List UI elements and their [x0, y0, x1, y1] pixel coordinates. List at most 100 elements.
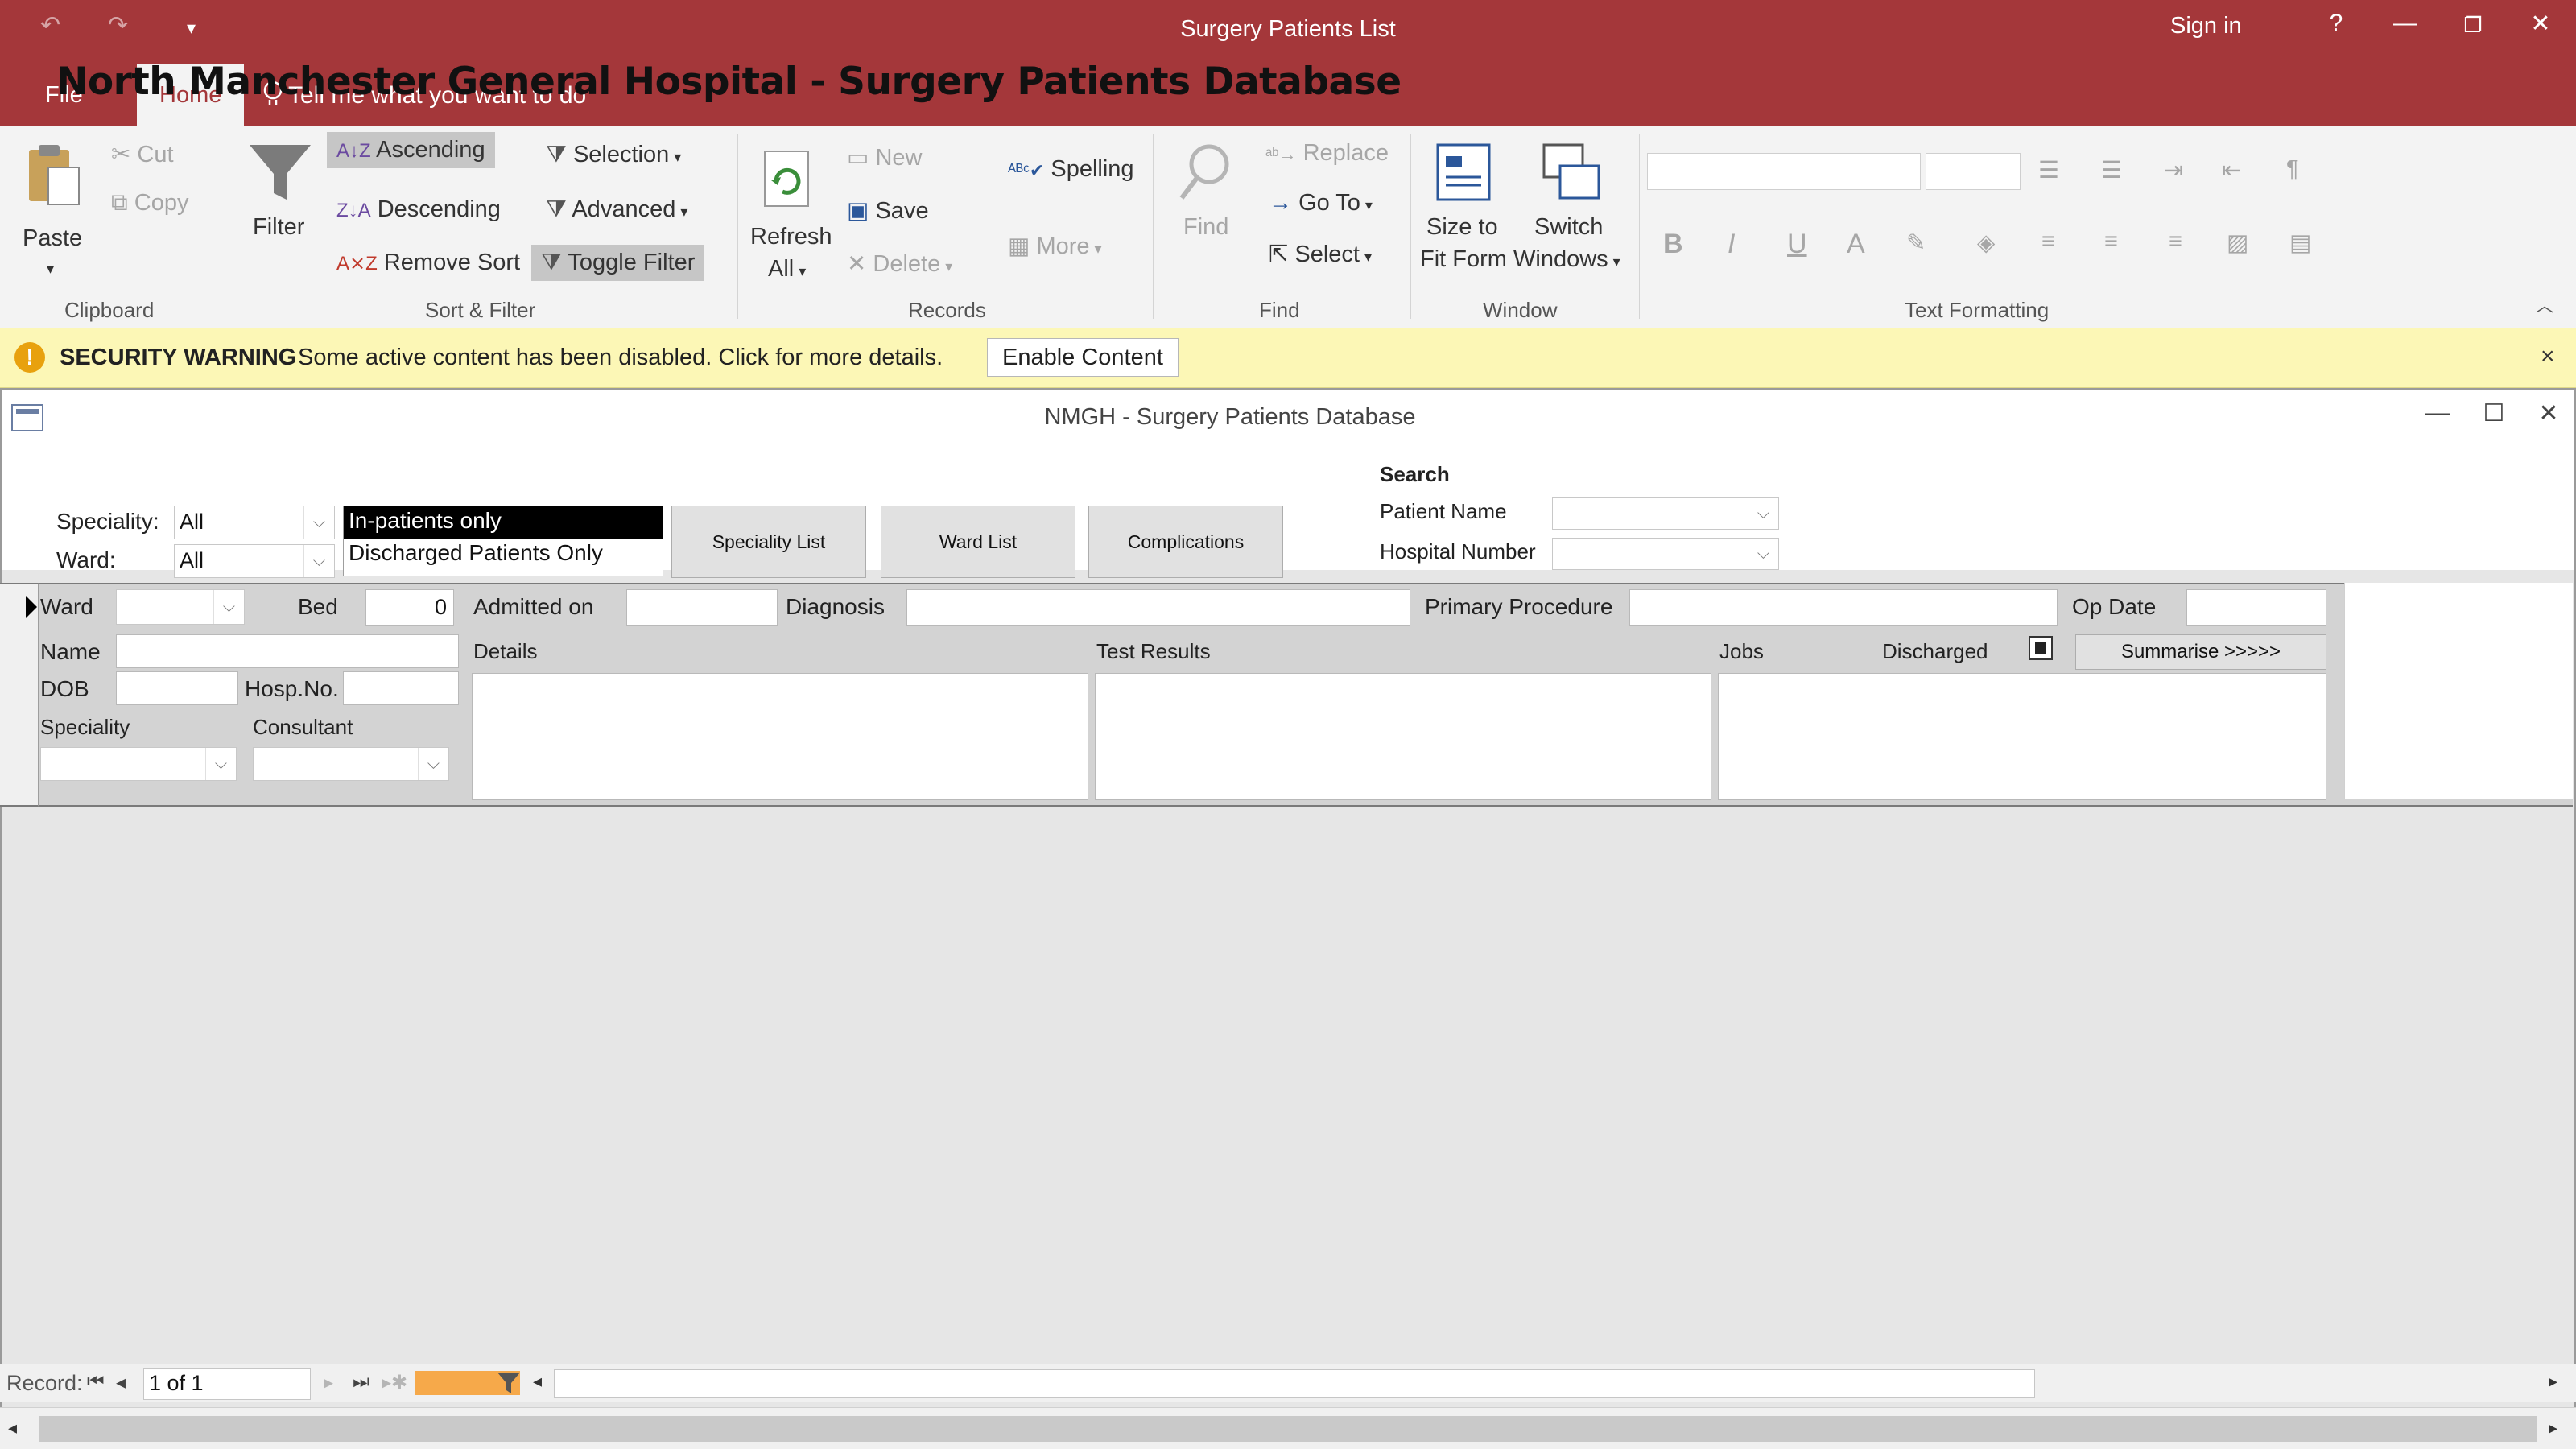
discharged-checkbox[interactable]	[2029, 636, 2053, 660]
select-button[interactable]: ⇱ Select ▾	[1269, 240, 1372, 268]
patient-status-listbox[interactable]: In-patients only Discharged Patients Onl…	[343, 506, 663, 576]
align-right-icon[interactable]: ≡	[2169, 229, 2182, 255]
enable-content-button[interactable]: Enable Content	[987, 338, 1179, 377]
sign-in-link[interactable]: Sign in	[2170, 13, 2242, 39]
toggle-filter-button[interactable]: ⧩ Toggle Filter	[531, 245, 705, 281]
op-date-field[interactable]	[2186, 589, 2326, 626]
find-magnifier-icon[interactable]	[1177, 142, 1233, 203]
refresh-button[interactable]: Refresh	[750, 224, 832, 250]
next-record-icon[interactable]: ▸	[324, 1371, 333, 1394]
test-results-memo[interactable]	[1095, 673, 1711, 800]
help-icon[interactable]: ?	[2312, 10, 2360, 37]
alternate-row-color-icon[interactable]: ▤	[2289, 229, 2311, 257]
scroll-right-icon[interactable]: ▸	[2549, 1371, 2557, 1392]
descending-button[interactable]: Z↓A Descending	[336, 196, 501, 223]
scroll-left-icon[interactable]: ◂	[533, 1371, 542, 1392]
font-color-button[interactable]: A	[1847, 229, 1865, 260]
record-position-field[interactable]: 1 of 1	[143, 1368, 311, 1400]
cut-button[interactable]: ✂ Cut	[111, 140, 174, 168]
selection-button[interactable]: ⧩ Selection ▾	[546, 142, 681, 168]
size-to-fit-button[interactable]: Size to	[1426, 214, 1498, 241]
replace-button[interactable]: ᵃᵇ→ Replace	[1265, 140, 1389, 167]
numbering-icon[interactable]: ☰	[2101, 156, 2122, 184]
filter-button[interactable]: Filter	[253, 214, 304, 241]
bullets-icon[interactable]: ☰	[2038, 156, 2059, 184]
save-record-button[interactable]: ▣ Save	[847, 196, 929, 225]
list-item[interactable]: In-patients only	[344, 506, 663, 539]
highlight-icon[interactable]: ✎	[1906, 229, 1926, 257]
paragraph-direction-icon[interactable]: ¶	[2286, 156, 2299, 183]
filter-funnel-icon[interactable]	[246, 142, 314, 203]
outdent-icon[interactable]: ⇤	[2222, 156, 2241, 184]
dob-field[interactable]	[116, 671, 238, 705]
delete-record-button[interactable]: ✕ Delete ▾	[847, 250, 952, 278]
last-record-icon[interactable]: ⏭	[353, 1371, 370, 1393]
restore-icon[interactable]: ❐	[2449, 13, 2497, 38]
spelling-button[interactable]: ᴬᴮᶜ✔ Spelling	[1008, 156, 1134, 183]
patient-name-search-combo[interactable]: ⌵	[1552, 497, 1779, 530]
first-record-icon[interactable]: ⏮	[87, 1371, 105, 1393]
form-horizontal-scrollbar[interactable]	[554, 1369, 2035, 1398]
list-item[interactable]: Discharged Patients Only	[344, 539, 663, 571]
advanced-button[interactable]: ⧩ Advanced ▾	[546, 196, 687, 223]
paste-icon[interactable]	[26, 143, 82, 208]
more-button[interactable]: ▦ More ▾	[1008, 232, 1102, 260]
hosp-no-field[interactable]	[343, 671, 459, 705]
chevron-down-icon[interactable]: ⌵	[1748, 539, 1778, 569]
close-icon[interactable]: ✕	[2526, 399, 2571, 427]
window-horizontal-scrollbar[interactable]: ◂ ▸	[0, 1407, 2576, 1449]
fill-color-icon[interactable]: ◈	[1977, 229, 1995, 257]
refresh-all-icon[interactable]	[760, 148, 816, 209]
summarise-button[interactable]: Summarise >>>>>	[2075, 634, 2326, 670]
underline-button[interactable]: U	[1787, 229, 1807, 260]
security-warning-message[interactable]: Some active content has been disabled. C…	[298, 345, 943, 371]
hospital-number-search-combo[interactable]: ⌵	[1552, 538, 1779, 570]
switch-windows-button[interactable]: Switch	[1534, 214, 1603, 241]
bold-button[interactable]: B	[1663, 229, 1683, 260]
align-center-icon[interactable]: ≡	[2104, 229, 2118, 255]
close-icon[interactable]: ✕	[2516, 10, 2565, 38]
minimize-icon[interactable]: —	[2415, 399, 2460, 427]
indent-icon[interactable]: ⇥	[2164, 156, 2183, 184]
speciality-filter-combo[interactable]: All ⌵	[174, 506, 335, 539]
new-record-nav-icon[interactable]: ▸✱	[382, 1371, 407, 1394]
windows-dropdown[interactable]: Windows ▾	[1513, 246, 1620, 273]
ward-combo[interactable]: ⌵	[116, 589, 245, 625]
ward-filter-combo[interactable]: All ⌵	[174, 544, 335, 578]
complications-button[interactable]: Complications	[1088, 506, 1283, 578]
goto-button[interactable]: → Go To ▾	[1269, 190, 1373, 217]
chevron-down-icon[interactable]: ⌵	[213, 590, 244, 624]
remove-sort-button[interactable]: A⨯Z Remove Sort	[336, 250, 520, 276]
copy-button[interactable]: ⧉ Copy	[111, 190, 188, 217]
italic-button[interactable]: I	[1728, 229, 1735, 260]
speciality-list-button[interactable]: Speciality List	[671, 506, 866, 578]
paste-dropdown-icon[interactable]: ▾	[47, 261, 54, 278]
chevron-down-icon[interactable]: ⌵	[1748, 498, 1778, 529]
name-field[interactable]	[116, 634, 459, 668]
chevron-down-icon[interactable]: ⌵	[303, 545, 334, 577]
paste-button[interactable]: Paste	[23, 225, 82, 252]
details-memo[interactable]	[472, 673, 1088, 800]
size-to-fit-icon[interactable]	[1435, 142, 1492, 203]
scroll-right-icon[interactable]: ▸	[2549, 1418, 2557, 1439]
find-button[interactable]: Find	[1183, 214, 1228, 241]
primary-procedure-field[interactable]	[1629, 589, 2058, 626]
chevron-down-icon[interactable]: ⌵	[205, 748, 236, 780]
ward-list-button[interactable]: Ward List	[881, 506, 1075, 578]
close-icon[interactable]: ×	[2541, 343, 2555, 370]
diagnosis-field[interactable]	[906, 589, 1410, 626]
font-name-combo[interactable]	[1647, 153, 1921, 190]
minimize-icon[interactable]: —	[2381, 10, 2429, 37]
refresh-all-button[interactable]: All ▾	[768, 256, 806, 283]
switch-windows-icon[interactable]	[1541, 142, 1602, 203]
speciality-combo[interactable]: ⌵	[40, 747, 237, 781]
collapse-ribbon-icon[interactable]: ︿	[2536, 291, 2553, 317]
new-record-button[interactable]: ▭ New	[847, 143, 922, 171]
chevron-down-icon[interactable]: ⌵	[303, 506, 334, 539]
scrollbar-thumb[interactable]	[39, 1416, 2537, 1442]
font-size-combo[interactable]	[1926, 153, 2021, 190]
admitted-on-field[interactable]	[626, 589, 778, 626]
bed-field[interactable]: 0	[365, 589, 454, 626]
chevron-down-icon[interactable]: ⌵	[418, 748, 448, 780]
scroll-left-icon[interactable]: ◂	[8, 1418, 17, 1439]
